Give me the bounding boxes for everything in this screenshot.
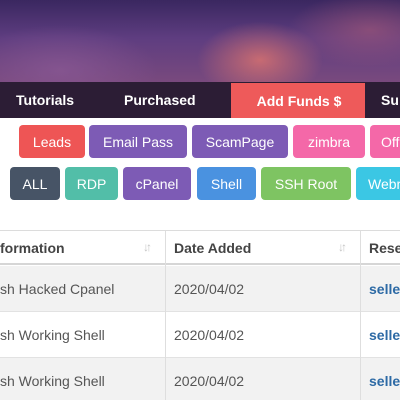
cell-date-added: 2020/04/02 <box>174 373 245 389</box>
table-row: sh Hacked Cpanel 2020/04/02 selle <box>0 266 400 312</box>
column-header-reseller[interactable]: Rese <box>369 231 400 265</box>
products-table: formation ↓↑ Date Added ↓↑ Rese sh Hacke… <box>0 230 400 400</box>
filter-cpanel-button[interactable]: cPanel <box>123 167 191 200</box>
category-office-button[interactable]: Off <box>370 125 400 158</box>
column-header-date-added[interactable]: Date Added <box>174 231 359 265</box>
filter-shell-button[interactable]: Shell <box>197 167 256 200</box>
category-leads-button[interactable]: Leads <box>19 125 85 158</box>
cell-information: sh Working Shell <box>0 373 105 389</box>
nav-add-funds-button[interactable]: Add Funds $ <box>231 83 365 118</box>
filter-rdp-button[interactable]: RDP <box>65 167 118 200</box>
column-header-date-added-label: Date Added <box>174 240 252 256</box>
sort-icon[interactable]: ↓↑ <box>143 240 152 254</box>
category-email-pass-button[interactable]: Email Pass <box>89 125 187 158</box>
column-divider <box>165 231 166 400</box>
cell-seller-link[interactable]: selle <box>369 266 400 312</box>
column-divider <box>360 231 361 400</box>
cell-information: sh Hacked Cpanel <box>0 281 115 297</box>
table-row: sh Working Shell 2020/04/02 selle <box>0 312 400 358</box>
cell-seller-link[interactable]: selle <box>369 358 400 400</box>
cell-date-added: 2020/04/02 <box>174 327 245 343</box>
cell-information: sh Working Shell <box>0 327 105 343</box>
filter-webmail-button[interactable]: Webm <box>356 167 400 200</box>
filter-all-button[interactable]: ALL <box>10 167 60 200</box>
column-header-information-label: formation <box>0 240 65 256</box>
category-zimbra-button[interactable]: zimbra <box>293 125 365 158</box>
nav-support[interactable]: Su <box>381 82 399 118</box>
table-row: sh Working Shell 2020/04/02 selle <box>0 358 400 400</box>
header-banner <box>0 0 400 84</box>
cell-date-added: 2020/04/02 <box>174 281 245 297</box>
nav-purchased[interactable]: Purchased <box>124 82 196 118</box>
column-header-reseller-label: Rese <box>369 240 400 256</box>
main-navbar: Tutorials Purchased Add Funds $ Su <box>0 82 400 118</box>
nav-tutorials[interactable]: Tutorials <box>16 82 74 118</box>
sort-icon[interactable]: ↓↑ <box>338 240 347 254</box>
filter-ssh-root-button[interactable]: SSH Root <box>261 167 351 200</box>
category-scampage-button[interactable]: ScamPage <box>192 125 288 158</box>
cell-seller-link[interactable]: selle <box>369 312 400 358</box>
column-header-information[interactable]: formation <box>0 231 165 265</box>
table-header: formation ↓↑ Date Added ↓↑ Rese <box>0 231 400 265</box>
